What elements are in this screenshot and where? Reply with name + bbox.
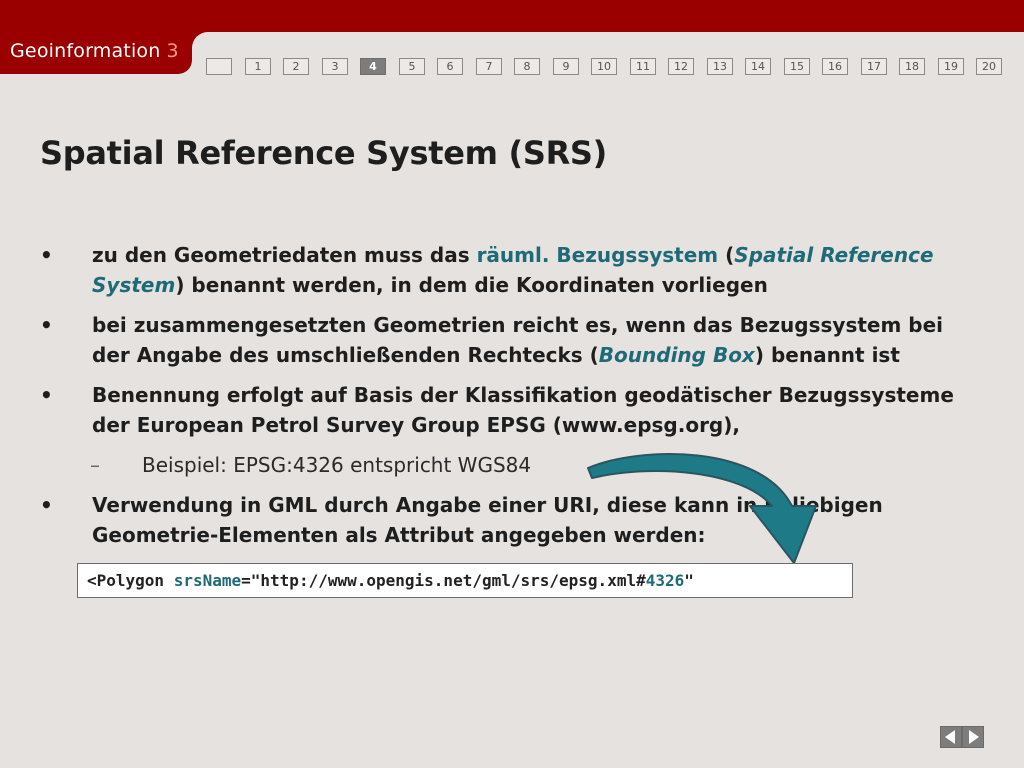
page-link-8[interactable]: 8 — [514, 58, 540, 75]
page-link-15[interactable]: 15 — [784, 58, 810, 75]
page-link-9[interactable]: 9 — [553, 58, 579, 75]
bullet-marker: • — [40, 493, 53, 517]
bullet-2-line-2: der Angabe des umschließenden Rechtecks … — [92, 343, 599, 367]
code-part-url: ="http://www.opengis.net/gml/srs/epsg.xm… — [241, 571, 646, 590]
triangle-left-icon — [945, 730, 955, 744]
code-part-tag: <Polygon — [87, 571, 174, 590]
page-link-16[interactable]: 16 — [822, 58, 848, 75]
bullet-1-term: Spatial Reference — [734, 243, 934, 267]
bullet-2-text-end: ) benannt ist — [754, 343, 900, 367]
page-nav-blank[interactable] — [206, 58, 232, 75]
sub-bullet-marker: – — [90, 453, 100, 477]
bullet-2-line-1: bei zusammengesetzten Geometrien reicht … — [92, 313, 944, 337]
bullet-2-term: Bounding Box — [598, 343, 755, 367]
page-link-7[interactable]: 7 — [476, 58, 502, 75]
page-link-6[interactable]: 6 — [437, 58, 463, 75]
app-title-number: 3 — [166, 40, 179, 62]
bullet-3-line-2: der European Petrol Survey Group EPSG (w… — [92, 413, 740, 437]
page-link-12[interactable]: 12 — [668, 58, 694, 75]
page-link-2[interactable]: 2 — [283, 58, 309, 75]
slide-title: Spatial Reference System (SRS) — [40, 134, 607, 172]
bullet-1-text: zu den Geometriedaten muss das — [92, 243, 477, 267]
app-title: Geoinformation 3 — [10, 40, 179, 62]
bullet-marker: • — [40, 313, 53, 337]
triangle-right-icon — [969, 730, 979, 744]
bullet-3-line-1: Benennung erfolgt auf Basis der Klassifi… — [92, 383, 954, 407]
bullet-1-term-cont: System — [92, 273, 176, 297]
next-slide-button[interactable] — [962, 726, 984, 748]
bullet-1-highlight: räuml. Bezugssystem — [476, 243, 719, 267]
app-title-text: Geoinformation — [10, 40, 161, 62]
bullet-marker: • — [40, 383, 53, 407]
page-link-14[interactable]: 14 — [745, 58, 771, 75]
page-link-1[interactable]: 1 — [245, 58, 271, 75]
header-fold — [192, 32, 208, 48]
page-link-20[interactable]: 20 — [976, 58, 1002, 75]
sub-bullet-text: Beispiel: EPSG:4326 entspricht WGS84 — [142, 453, 532, 477]
header-tab — [0, 0, 192, 74]
page-link-11[interactable]: 11 — [630, 58, 656, 75]
code-part-quote: " — [684, 571, 694, 590]
page-link-18[interactable]: 18 — [899, 58, 925, 75]
previous-slide-button[interactable] — [940, 726, 962, 748]
bullet-1-text-paren: ( — [718, 243, 735, 267]
bullet-marker: • — [40, 243, 53, 267]
curved-arrow-icon — [587, 453, 817, 564]
page-link-19[interactable]: 19 — [938, 58, 964, 75]
code-example-box: <Polygon srsName="http://www.opengis.net… — [77, 563, 853, 598]
page-link-3[interactable]: 3 — [322, 58, 348, 75]
page-link-4[interactable]: 4 — [360, 58, 386, 75]
page-link-13[interactable]: 13 — [707, 58, 733, 75]
code-part-epsg-code: 4326 — [645, 571, 685, 590]
code-part-attribute: srsName — [173, 571, 242, 590]
page-link-5[interactable]: 5 — [399, 58, 425, 75]
bullet-1-text-end: ) benannt werden, in dem die Koordinaten… — [175, 273, 768, 297]
page-link-17[interactable]: 17 — [861, 58, 887, 75]
page-link-10[interactable]: 10 — [591, 58, 617, 75]
